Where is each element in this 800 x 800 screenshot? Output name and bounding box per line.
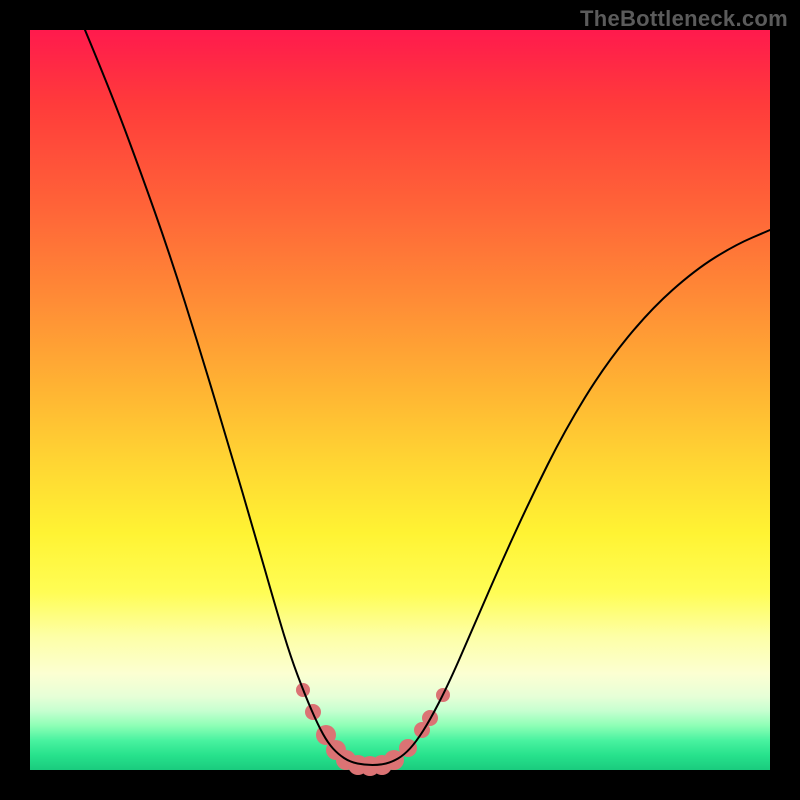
chart-stage: TheBottleneck.com bbox=[0, 0, 800, 800]
plot-area bbox=[30, 30, 770, 770]
curve-marker bbox=[399, 739, 417, 757]
bottleneck-curve bbox=[85, 30, 770, 765]
marker-group bbox=[296, 683, 450, 776]
watermark-label: TheBottleneck.com bbox=[580, 6, 788, 32]
chart-svg bbox=[30, 30, 770, 770]
